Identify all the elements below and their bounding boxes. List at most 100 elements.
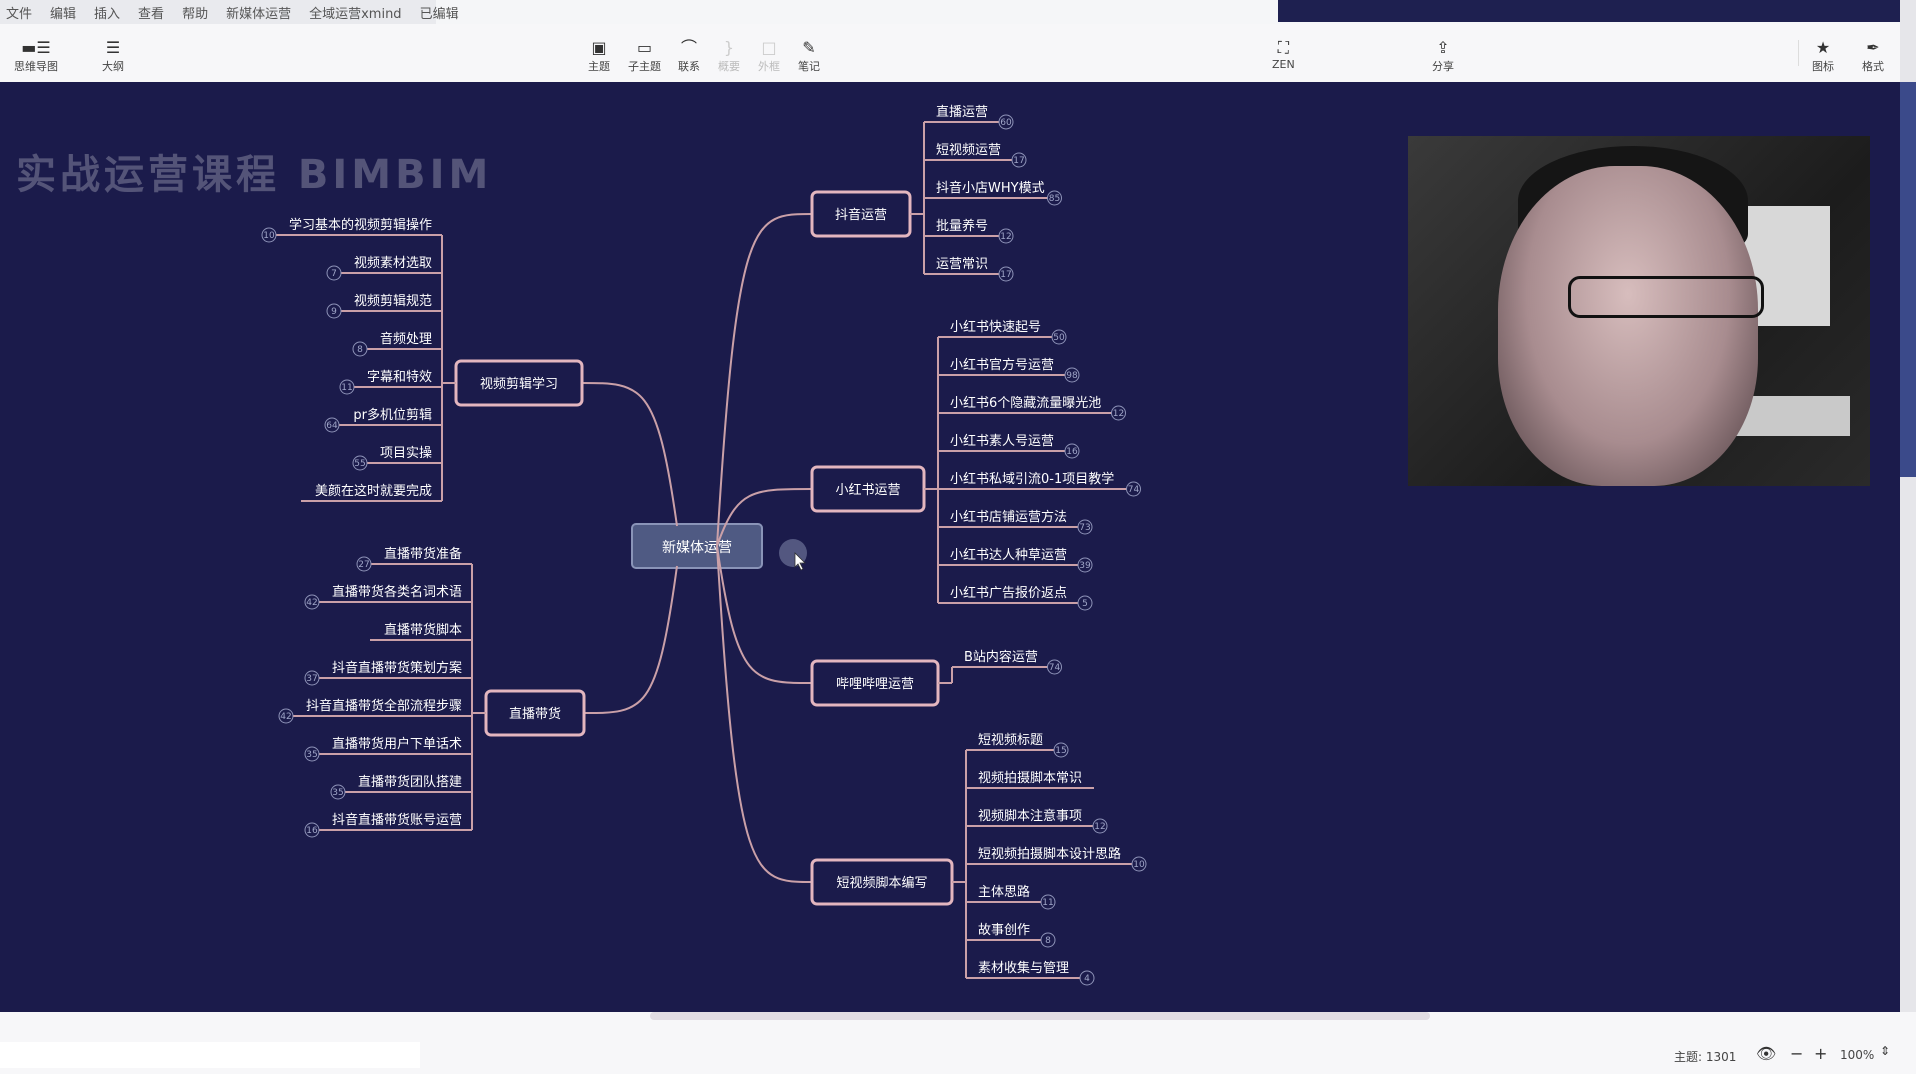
subtopic-label[interactable]: 小红书私域引流0-1项目教学 [950,471,1114,487]
collapse-count-text: 50 [1053,333,1065,343]
collapse-count-text: 39 [1079,561,1091,571]
subtopic-label[interactable]: 学习基本的视频剪辑操作 [289,217,432,233]
subtopic-label[interactable]: 音频处理 [380,331,432,347]
star-icon: ★ [1815,38,1831,57]
subtopic-label[interactable]: 批量养号 [936,218,988,234]
subtopic-label[interactable]: 项目实操 [380,445,432,461]
subtopic-label[interactable]: 运营常识 [936,257,988,272]
subtopic-label[interactable]: 小红书快速起号 [950,319,1041,335]
subtopic-label[interactable]: 直播带货各类名词术语 [332,584,462,600]
subtopic-label[interactable]: 视频素材选取 [354,256,432,271]
branch-connector [583,565,678,714]
presenter-face [1498,166,1758,486]
boundary-button[interactable]: □ 外框 [758,38,780,74]
collapse-count-text: 12 [1094,822,1105,832]
subtopic-label[interactable]: 素材收集与管理 [978,960,1069,976]
zoom-out-button[interactable]: − [1790,1044,1803,1063]
relationship-button[interactable]: ⌒ 联系 [678,38,700,74]
topic-icon: ▣ [591,38,607,57]
subtopic-label[interactable]: 小红书广告报价返点 [950,585,1067,601]
presenter-glasses [1568,276,1764,318]
subtopic-button[interactable]: ▭ 子主题 [628,38,661,74]
branch-topic-label: 视频剪辑学习 [480,376,558,392]
format-panel-button[interactable]: ✒ 格式 [1862,38,1884,74]
collapse-count-text: 55 [354,459,365,469]
subtopic-label[interactable]: 视频剪辑规范 [354,293,432,309]
format-brush-icon: ✒ [1866,38,1880,57]
subtopic-label[interactable]: 小红书达人种草运营 [950,547,1067,563]
summary-icon: } [723,38,735,57]
topic-count: 主题: 1301 [1674,1050,1737,1064]
subtopic-label[interactable]: 小红书店铺运营方法 [950,509,1067,525]
subtopic-label[interactable]: 短视频拍摄脚本设计思路 [978,846,1121,862]
collapse-count-text: 35 [332,788,343,798]
collapse-count-text: 42 [280,712,291,722]
branch-connector [716,545,813,883]
collapse-count-text: 11 [1042,898,1053,908]
collapse-count-text: 9 [331,307,337,317]
subtopic-label[interactable]: 小红书官方号运营 [950,357,1054,373]
collapse-count-text: 12 [1000,232,1011,242]
menu-item[interactable]: 编辑 [50,3,76,22]
collapse-count-text: 98 [1066,371,1078,381]
webcam-overlay [1408,136,1870,486]
subtopic-label[interactable]: 故事创作 [978,923,1030,938]
collapse-count-text: 73 [1079,523,1090,533]
collapse-count-text: 17 [1000,270,1011,280]
menu-item[interactable]: 已编辑 [420,3,459,22]
subtopic-label[interactable]: 直播带货脚本 [384,622,462,638]
mindmap-view-button[interactable]: ▬☰ 思维导图 [14,38,58,74]
zen-mode-button[interactable]: ⛶ ZEN [1272,38,1295,71]
topic-button[interactable]: ▣ 主题 [588,38,610,74]
zoom-stepper-icon[interactable]: ⇕ [1880,1044,1890,1058]
subtopic-label[interactable]: 短视频标题 [978,733,1043,748]
outline-view-button[interactable]: ☰ 大纲 [102,38,124,74]
menu-item[interactable]: 文件 [6,3,32,22]
subtopic-label[interactable]: 小红书素人号运营 [950,433,1054,449]
subtopic-label[interactable]: 小红书6个隐藏流量曝光池 [950,395,1101,411]
collapse-count-text: 85 [1049,194,1060,204]
subtopic-label[interactable]: 抖音直播带货全部流程步骤 [306,698,462,714]
collapse-count-text: 74 [1128,485,1140,495]
subtopic-label[interactable]: 抖音小店WHY模式 [936,180,1045,196]
collapse-count-text: 7 [331,269,337,279]
menu-item[interactable]: 插入 [94,3,120,22]
menu-item[interactable]: 新媒体运营 [226,3,291,22]
subtopic-label[interactable]: 主体思路 [978,884,1030,900]
eye-icon[interactable]: 👁 [1756,1044,1776,1063]
subtopic-label[interactable]: 短视频运营 [936,143,1001,158]
summary-button[interactable]: } 概要 [718,38,740,74]
subtopic-label[interactable]: B站内容运营 [964,649,1038,665]
branch-connector [581,382,678,527]
menu-item[interactable]: 帮助 [182,3,208,22]
branch-topic-label: 直播带货 [509,706,561,722]
collapse-count-text: 64 [326,421,338,431]
menu-item[interactable]: 全域运营xmind [309,3,401,22]
subtopic-label[interactable]: 直播带货准备 [384,546,462,562]
icon-panel-button[interactable]: ★ 图标 [1812,38,1834,74]
subtopic-label[interactable]: 直播带货团队搭建 [358,774,462,790]
collapse-count-text: 27 [358,560,369,570]
subtopic-label[interactable]: 美颜在这时就要完成 [315,483,432,499]
branch-topic-label: 哔哩哔哩运营 [836,677,914,692]
boundary-icon: □ [761,38,777,57]
status-left-panel [0,1042,420,1068]
subtopic-label[interactable]: pr多机位剪辑 [353,407,432,423]
subtopic-label[interactable]: 视频脚本注意事项 [978,808,1082,824]
collapse-count-text: 60 [1000,118,1012,128]
subtopic-label[interactable]: 视频拍摄脚本常识 [978,770,1082,786]
zoom-in-button[interactable]: + [1814,1044,1827,1063]
subtopic-label[interactable]: 直播带货用户下单话术 [332,736,462,752]
subtopic-label[interactable]: 抖音直播带货策划方案 [332,660,462,676]
share-button[interactable]: ⇪ 分享 [1432,38,1454,74]
notes-icon: ✎ [802,38,816,57]
vertical-scrollbar-thumb[interactable] [1900,82,1916,477]
subtopic-label[interactable]: 字幕和特效 [367,370,432,385]
menu-item[interactable]: 查看 [138,3,164,22]
subtopic-label[interactable]: 抖音直播带货账号运营 [332,812,462,828]
horizontal-scrollbar[interactable] [650,1012,1430,1020]
notes-button[interactable]: ✎ 笔记 [798,38,820,74]
outline-icon: ☰ [105,38,121,57]
subtopic-label[interactable]: 直播运营 [936,105,988,120]
collapse-count-text: 5 [1082,599,1088,609]
